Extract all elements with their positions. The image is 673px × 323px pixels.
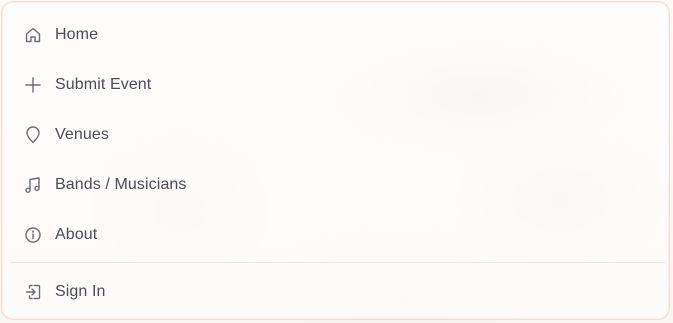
menu-item-label: About	[55, 226, 98, 243]
music-note-icon	[24, 176, 42, 194]
plus-icon	[24, 76, 42, 94]
menu-item-venues[interactable]: Venues	[12, 114, 664, 156]
home-icon	[24, 26, 42, 44]
menu-divider	[11, 262, 665, 263]
menu-item-label: Home	[55, 26, 99, 43]
info-icon	[24, 226, 42, 244]
menu-item-bands-musicians[interactable]: Bands / Musicians	[12, 164, 664, 206]
menu-item-label: Bands / Musicians	[55, 176, 187, 193]
sign-in-icon	[24, 283, 42, 301]
menu-item-label: Sign In	[55, 283, 106, 300]
menu-item-sign-in[interactable]: Sign In	[12, 271, 664, 313]
menu-item-submit-event[interactable]: Submit Event	[12, 64, 664, 106]
menu-item-home[interactable]: Home	[12, 14, 664, 56]
menu-item-about[interactable]: About	[12, 214, 664, 256]
navigation-menu: Home Submit Event Venues Bands / Musicia…	[1, 1, 670, 320]
map-pin-icon	[24, 126, 42, 144]
menu-item-label: Submit Event	[55, 76, 152, 93]
menu-item-label: Venues	[55, 126, 109, 143]
